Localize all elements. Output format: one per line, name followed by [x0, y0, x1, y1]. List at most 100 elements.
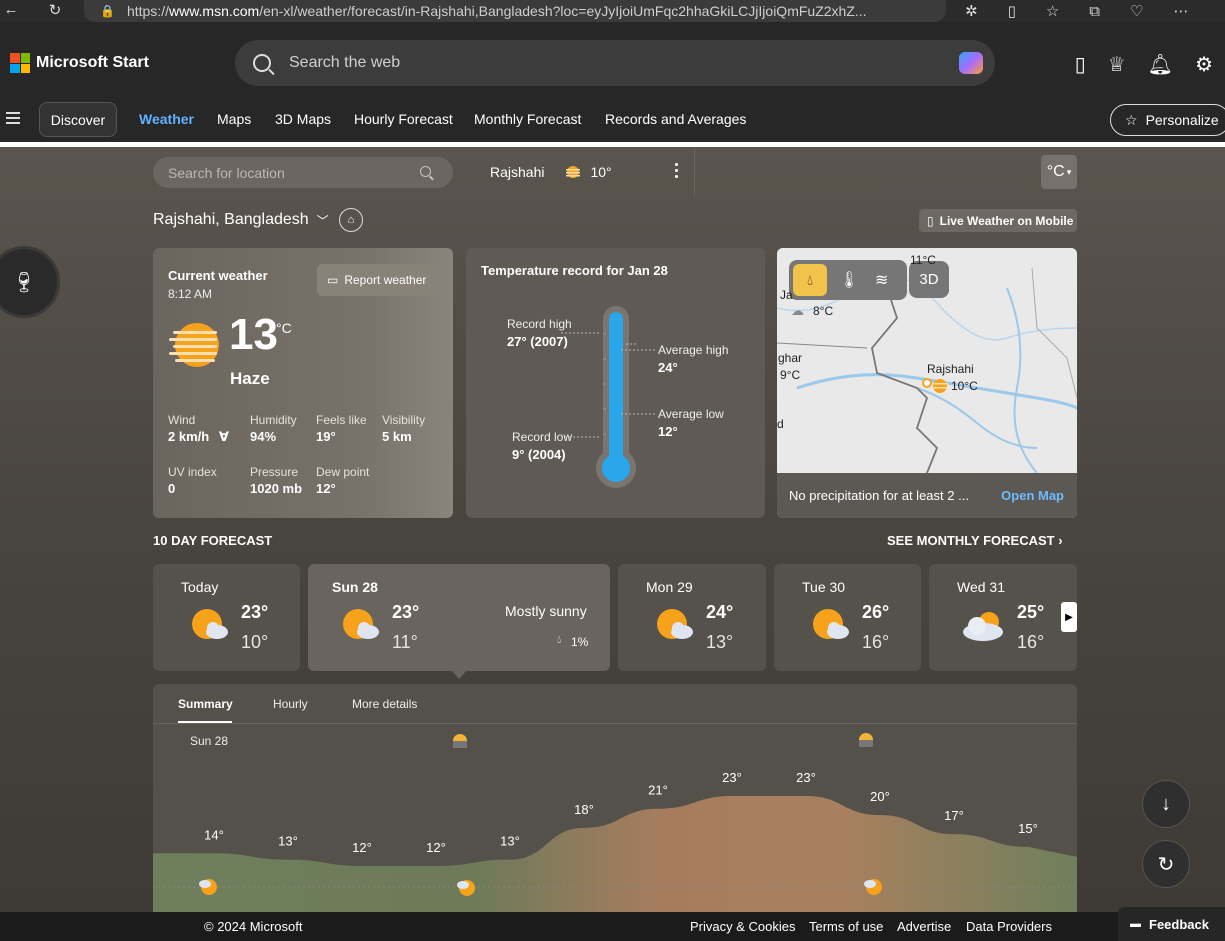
forecast-day-tue-30[interactable]: Tue 30 26° 16° [774, 564, 921, 671]
extensions-icon[interactable]: ✲ [965, 2, 978, 20]
scroll-down-arrow-icon[interactable]: ↓ [1142, 780, 1190, 828]
live-weather-mobile-button[interactable]: ▯ Live Weather on Mobile [919, 209, 1077, 232]
cloudy-icon [963, 612, 1003, 641]
footer-data-providers-link[interactable]: Data Providers [966, 919, 1052, 934]
current-time: 8:12 AM [168, 287, 213, 301]
report-weather-button[interactable]: ▭ Report weather [317, 264, 440, 296]
partly-sunny-icon [192, 609, 228, 639]
search-icon[interactable] [420, 166, 431, 177]
mobile-app-icon[interactable]: ▯ [1075, 52, 1086, 77]
metric-value: 1020 mb [250, 481, 303, 496]
forecast-day-mon-29[interactable]: Mon 29 24° 13° [618, 564, 766, 671]
map-label-southwest: ghar [778, 351, 803, 365]
cloud-icon: ☁ [791, 303, 804, 318]
more-options-icon[interactable] [675, 163, 679, 181]
lock-icon: 🔒 [100, 4, 115, 18]
day-name: Wed 31 [957, 579, 1005, 595]
partly-sunny-icon [657, 609, 693, 639]
temperature-point-label: 12° [352, 840, 372, 855]
see-monthly-label: SEE MONTHLY FORECAST [887, 533, 1055, 548]
settings-gear-icon[interactable]: ⚙ [1195, 52, 1213, 77]
nav-records-averages[interactable]: Records and Averages [605, 111, 746, 127]
temperature-layer-thermometer-icon[interactable]: 🌡︎ [839, 270, 859, 290]
feedback-button[interactable]: ▬ Feedback [1118, 907, 1225, 941]
more-icon[interactable]: ⋯ [1173, 2, 1188, 20]
map-marker-haze-icon [922, 378, 948, 393]
metric-value: 0 [168, 481, 176, 496]
precipitation-summary: No precipitation for at least 2 ... [789, 488, 969, 503]
day-high: 23° [241, 602, 269, 622]
metric-value: 12° [316, 481, 336, 496]
current-weather-title: Current weather [168, 268, 268, 283]
tab-summary[interactable]: Summary [178, 697, 233, 711]
open-map-link[interactable]: Open Map [1001, 488, 1064, 503]
hamburger-menu-icon[interactable] [6, 112, 20, 127]
footer-privacy-link[interactable]: Privacy & Cookies [690, 919, 795, 934]
web-search-box[interactable] [235, 40, 995, 86]
current-condition: Haze [230, 369, 270, 388]
favorites-icon[interactable]: ☆ [1046, 2, 1059, 20]
sun-markers [453, 733, 873, 748]
rewards-icon[interactable]: ♕ [1108, 52, 1126, 77]
page-footer: © 2024 Microsoft Privacy & Cookies Terms… [0, 912, 1225, 941]
temperature-area [153, 796, 1077, 912]
temperature-record-card[interactable]: Temperature record for Jan 28 Record hig… [466, 248, 765, 518]
current-temperature: 13 [229, 310, 278, 359]
water-drop-icon: 💧︎ [557, 634, 562, 646]
day-high: 25° [1017, 602, 1045, 622]
next-days-arrow-icon[interactable]: ▶ [1061, 602, 1077, 632]
nav-monthly-forecast[interactable]: Monthly Forecast [474, 111, 581, 127]
haze-sun-icon [566, 166, 581, 178]
tab-hourly[interactable]: Hourly [273, 697, 308, 711]
favorite-location[interactable]: Rajshahi 10° [490, 164, 612, 180]
metric-value: 94% [250, 429, 277, 444]
personalize-label: Personalize [1145, 112, 1219, 128]
footer-terms-link[interactable]: Terms of use [809, 919, 883, 934]
refresh-icon[interactable]: ↻ [1142, 840, 1190, 888]
browser-essentials-icon[interactable]: ♡ [1130, 2, 1143, 20]
temperature-unit: °C [276, 320, 292, 336]
nav-hourly-forecast[interactable]: Hourly Forecast [354, 111, 453, 127]
copilot-icon[interactable] [959, 52, 983, 74]
notifications-bell-icon[interactable]: 🔔︎ [1148, 52, 1173, 77]
forecast-day-sun-28[interactable]: Sun 28 23° 11° Mostly sunny 💧︎ 1% [308, 564, 610, 671]
current-weather-card[interactable]: Current weather 8:12 AM ▭ Report weather… [153, 248, 453, 518]
address-bar[interactable]: 🔒 https://www.msn.com/en-xl/weather/fore… [84, 0, 946, 22]
see-monthly-forecast-link[interactable]: SEE MONTHLY FORECAST › [887, 533, 1063, 548]
split-screen-icon[interactable]: ▯ [1008, 2, 1016, 20]
record-markers [561, 332, 601, 438]
footer-advertise-link[interactable]: Advertise [897, 919, 951, 934]
tab-more-details[interactable]: More details [352, 697, 417, 711]
nav-weather[interactable]: Weather [139, 111, 194, 127]
refresh-icon[interactable]: ↻ [44, 1, 66, 19]
weather-page: Rajshahi 10° °C▾ Rajshahi, Bangladesh ﹀ … [0, 147, 1225, 912]
day-name: Today [181, 579, 219, 595]
location-search[interactable] [153, 157, 453, 188]
discover-button[interactable]: Discover [39, 102, 117, 137]
selected-day-pointer [452, 671, 466, 679]
forecast-day-wed-31[interactable]: Wed 31 25° 16° [929, 564, 1077, 671]
temperature-point-label: 12° [426, 840, 446, 855]
microsoft-start-logo[interactable]: Microsoft Start [10, 53, 149, 73]
weather-map-card[interactable]: 💧︎ 🌡︎ ≋ 3D Rajshahi 10°C Ja ☁ 8°C ghar 9… [777, 248, 1077, 518]
average-low-label: Average low [658, 407, 724, 421]
location-title[interactable]: Rajshahi, Bangladesh ﹀ [153, 211, 329, 229]
nav-3d-maps[interactable]: 3D Maps [275, 111, 331, 127]
back-arrow-icon[interactable]: ← [0, 1, 22, 18]
average-markers [621, 349, 657, 415]
precipitation-layer-drop-icon[interactable]: 💧︎ [793, 264, 827, 296]
collections-icon[interactable]: ⧉ [1089, 3, 1100, 20]
home-icon[interactable]: ⌂ [339, 208, 363, 232]
location-search-input[interactable] [168, 164, 408, 181]
nav-maps[interactable]: Maps [217, 111, 251, 127]
web-search-input[interactable] [289, 54, 889, 72]
temperature-point-label: 14° [204, 827, 224, 842]
metric-label: Dew point [316, 465, 370, 479]
map-footer: No precipitation for at least 2 ... Open… [777, 473, 1077, 518]
day-low: 16° [1017, 632, 1045, 652]
live-mobile-label: Live Weather on Mobile [939, 213, 1074, 228]
forecast-day-today[interactable]: Today 23° 10° [153, 564, 300, 671]
personalize-button[interactable]: ☆ Personalize [1110, 104, 1225, 136]
unit-toggle[interactable]: °C ▾ [1041, 155, 1077, 189]
wind-layer-icon[interactable]: ≋ [875, 270, 888, 290]
